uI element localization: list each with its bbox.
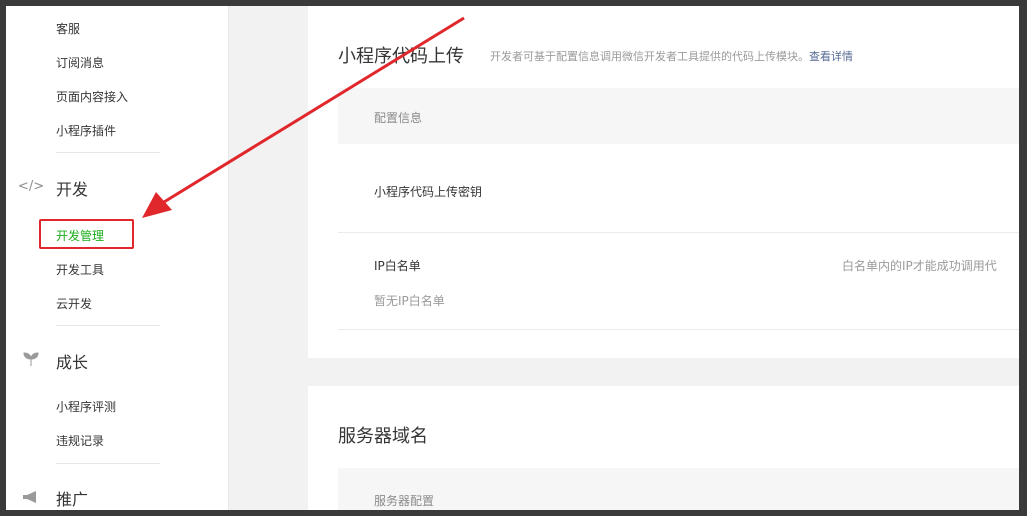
upload-card-desc-text: 开发者可基于配置信息调用微信开发者工具提供的代码上传模块。 [490, 50, 809, 63]
sidebar-item-customer-service[interactable]: 客服 [56, 20, 80, 37]
server-card: 服务器域名 服务器配置 [308, 386, 1019, 510]
view-details-link[interactable]: 查看详情 [809, 50, 853, 63]
config-section-header: 配置信息 [338, 88, 1019, 144]
upload-key-label: 小程序代码上传密钥 [374, 185, 483, 199]
megaphone-icon [22, 488, 40, 506]
sidebar-item-cloud-dev[interactable]: 云开发 [56, 295, 92, 312]
sidebar-item-dev-tools[interactable]: 开发工具 [56, 261, 104, 278]
upload-card-title: 小程序代码上传 [338, 46, 464, 67]
code-icon: </> [17, 178, 45, 194]
sidebar-item-subscription[interactable]: 订阅消息 [56, 54, 104, 71]
server-section-label: 服务器配置 [374, 494, 435, 508]
sidebar: 客服 订阅消息 页面内容接入 小程序插件 </> 开发 开发管理 开发工具 云开… [6, 6, 229, 510]
sidebar-group-promotion[interactable]: 推广 [56, 486, 88, 510]
ip-whitelist-hint: 白名单内的IP才能成功调用代 [842, 259, 997, 273]
sidebar-item-evaluation[interactable]: 小程序评测 [56, 398, 116, 415]
sidebar-group-growth[interactable]: 成长 [56, 349, 88, 373]
sprout-icon [22, 350, 40, 368]
upload-card: 小程序代码上传 开发者可基于配置信息调用微信开发者工具提供的代码上传模块。查看详… [308, 6, 1019, 358]
upload-card-desc: 开发者可基于配置信息调用微信开发者工具提供的代码上传模块。查看详情 [490, 48, 853, 64]
sidebar-divider [56, 463, 160, 464]
row-divider [338, 232, 1019, 233]
sidebar-item-violations[interactable]: 违规记录 [56, 432, 104, 449]
row-divider [338, 329, 1019, 330]
sidebar-item-plugins[interactable]: 小程序插件 [56, 122, 116, 139]
annotation-highlight-box [39, 219, 134, 249]
server-card-title: 服务器域名 [338, 426, 428, 447]
server-section-header: 服务器配置 [338, 468, 1019, 510]
sidebar-group-dev[interactable]: 开发 [56, 176, 88, 200]
sidebar-divider [56, 152, 160, 153]
app-frame: 客服 订阅消息 页面内容接入 小程序插件 </> 开发 开发管理 开发工具 云开… [6, 6, 1019, 510]
ip-whitelist-label: IP白名单 [374, 259, 421, 273]
config-section-label: 配置信息 [374, 111, 423, 125]
sidebar-item-page-content[interactable]: 页面内容接入 [56, 88, 128, 105]
sidebar-divider [56, 325, 160, 326]
main-content: 小程序代码上传 开发者可基于配置信息调用微信开发者工具提供的代码上传模块。查看详… [228, 6, 1019, 510]
ip-whitelist-empty: 暂无IP白名单 [374, 294, 445, 308]
